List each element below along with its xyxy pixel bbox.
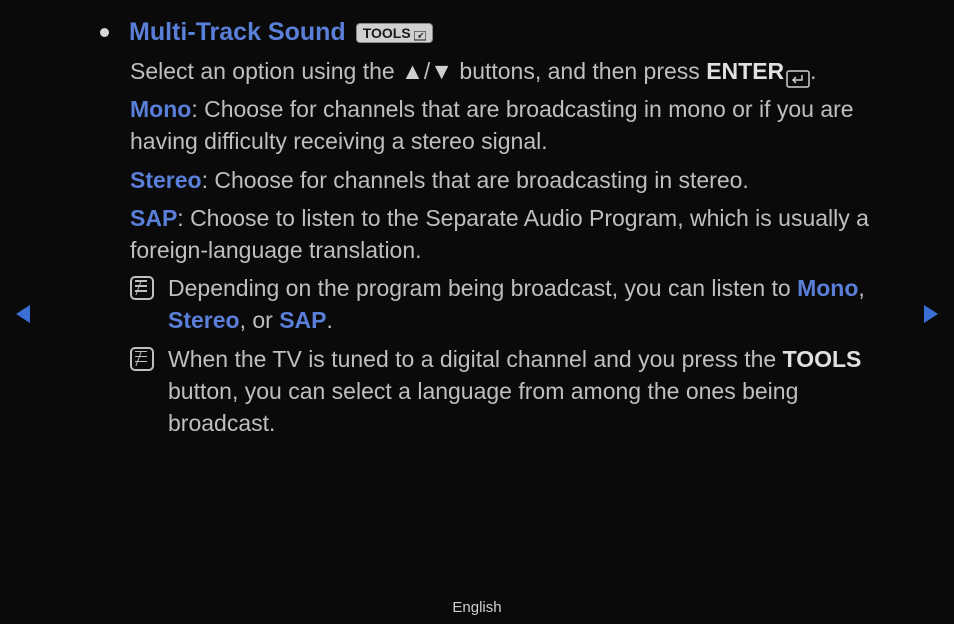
stereo-desc: : Choose for channels that are broadcast… (202, 167, 749, 193)
intro-period: . (810, 58, 816, 84)
note-2-text: When the TV is tuned to a digital channe… (168, 343, 894, 440)
note1-comma1: , (858, 275, 864, 301)
body-text: Select an option using the ▲/▼ buttons, … (100, 55, 894, 439)
stereo-term: Stereo (130, 167, 202, 193)
mono-term: Mono (130, 96, 191, 122)
note-1: Depending on the program being broadcast… (130, 272, 894, 336)
tools-badge-icon (414, 28, 426, 38)
sap-term: SAP (130, 205, 177, 231)
tools-badge: TOOLS (356, 23, 433, 43)
sap-desc: : Choose to listen to the Separate Audio… (130, 205, 869, 263)
note2-part1: When the TV is tuned to a digital channe… (168, 346, 783, 372)
bullet-icon (100, 28, 109, 37)
down-arrow-icon: ▼ (430, 58, 453, 84)
note-1-text: Depending on the program being broadcast… (168, 272, 894, 336)
note1-part1: Depending on the program being broadcast… (168, 275, 797, 301)
footer-language: English (0, 599, 954, 616)
note1-sap: SAP (279, 307, 326, 333)
note1-mono: Mono (797, 275, 858, 301)
mono-line: Mono: Choose for channels that are broad… (130, 93, 894, 157)
intro-text-1: Select an option using the (130, 58, 401, 84)
mono-desc: : Choose for channels that are broadcast… (130, 96, 854, 154)
note1-stereo: Stereo (168, 307, 240, 333)
nav-next-button[interactable] (922, 303, 940, 330)
manual-page-content: Multi-Track Sound TOOLS Select an option… (0, 0, 954, 439)
nav-prev-button[interactable] (14, 303, 32, 330)
stereo-line: Stereo: Choose for channels that are bro… (130, 164, 894, 196)
enter-label: ENTER (706, 58, 784, 84)
note-icon (130, 347, 154, 371)
note1-comma2: , or (240, 307, 280, 333)
note1-period: . (327, 307, 333, 333)
note-2: When the TV is tuned to a digital channe… (130, 343, 894, 440)
intro-text-2: buttons, and then press (453, 58, 706, 84)
note2-tools: TOOLS (783, 346, 862, 372)
note-icon (130, 276, 154, 300)
title-row: Multi-Track Sound TOOLS (100, 18, 894, 47)
sap-line: SAP: Choose to listen to the Separate Au… (130, 202, 894, 266)
intro-line: Select an option using the ▲/▼ buttons, … (130, 55, 894, 87)
page-title: Multi-Track Sound (129, 18, 346, 47)
note2-part2: button, you can select a language from a… (168, 378, 798, 436)
enter-icon (786, 64, 810, 82)
up-arrow-icon: ▲ (401, 58, 424, 84)
tools-badge-label: TOOLS (363, 25, 411, 41)
